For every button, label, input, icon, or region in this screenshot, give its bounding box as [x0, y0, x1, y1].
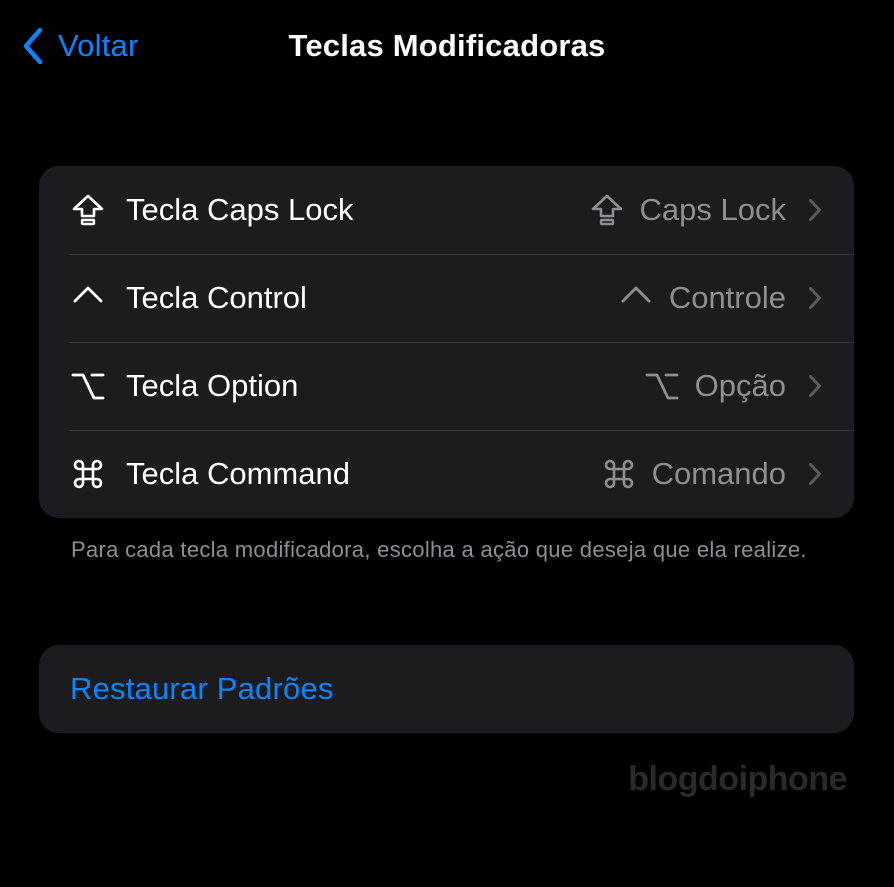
command-key-value: Comando	[651, 456, 786, 491]
control-key-value-group: Controle	[617, 254, 822, 342]
control-icon	[69, 280, 107, 316]
chevron-right-icon	[809, 463, 821, 485]
caps-lock-icon	[69, 192, 107, 228]
option-key-value-group: Opção	[643, 342, 822, 430]
watermark-logo: blogdoiphone	[628, 760, 847, 798]
caps-lock-key-label: Tecla Caps Lock	[126, 192, 354, 227]
option-key-value: Opção	[694, 368, 786, 403]
command-icon	[600, 456, 638, 492]
option-icon	[643, 368, 681, 404]
page-title: Teclas Modificadoras	[288, 28, 606, 63]
chevron-right-icon	[809, 287, 821, 309]
navigation-bar: Voltar Teclas Modificadoras	[0, 0, 894, 92]
control-key-value: Controle	[668, 280, 786, 315]
option-key-row[interactable]: Tecla Option Opção	[39, 342, 854, 430]
restore-defaults-button[interactable]: Restaurar Padrões	[39, 645, 854, 733]
chevron-right-icon	[809, 375, 821, 397]
command-key-row[interactable]: Tecla Command Comando	[39, 430, 854, 518]
caps-lock-key-row[interactable]: Tecla Caps Lock Caps Lock	[39, 166, 854, 254]
chevron-right-icon	[809, 199, 821, 221]
command-key-label: Tecla Command	[126, 456, 350, 491]
caps-lock-icon	[588, 192, 626, 228]
option-icon	[69, 368, 107, 404]
option-key-label: Tecla Option	[126, 368, 299, 403]
modifier-keys-list: Tecla Caps Lock Caps Lock Tecla Control	[39, 166, 854, 518]
restore-defaults-label: Restaurar Padrões	[70, 671, 334, 706]
section-footer-note: Para cada tecla modificadora, escolha a …	[71, 537, 807, 562]
control-key-row[interactable]: Tecla Control Controle	[39, 254, 854, 342]
caps-lock-key-value-group: Caps Lock	[588, 166, 822, 254]
caps-lock-key-value: Caps Lock	[639, 192, 786, 227]
command-key-value-group: Comando	[600, 430, 822, 518]
command-icon	[69, 456, 107, 492]
control-key-label: Tecla Control	[126, 280, 307, 315]
control-icon	[617, 280, 655, 316]
